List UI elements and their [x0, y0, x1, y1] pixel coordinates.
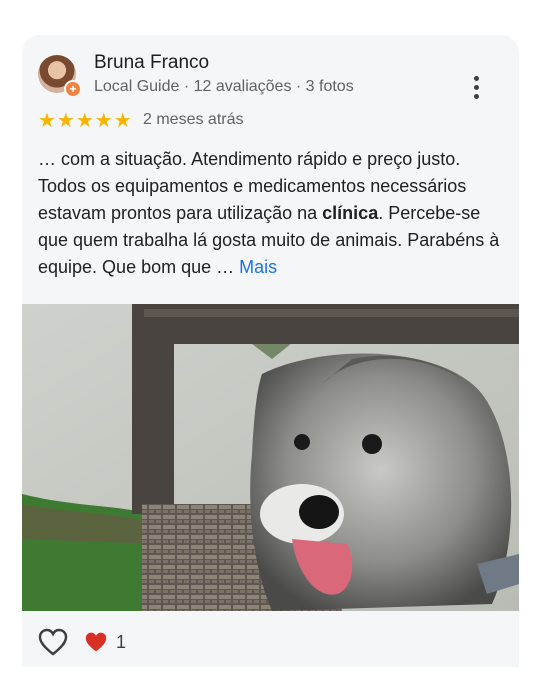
dog-photo-image — [22, 304, 519, 611]
author-name[interactable]: Bruna Franco — [94, 52, 209, 74]
review-age: 2 meses atrás — [143, 111, 244, 128]
heart-filled-icon — [85, 632, 107, 652]
review-text: … com a situação. Atendimento rápido e p… — [38, 146, 508, 281]
heart-outline-icon — [38, 628, 68, 656]
more-options-icon[interactable] — [471, 76, 481, 104]
review-photo[interactable] — [22, 304, 519, 611]
more-link[interactable]: Mais — [239, 257, 277, 277]
review-actions: 1 — [38, 624, 503, 660]
review-card: + Bruna Franco Local Guide · 12 avaliaçõ… — [22, 35, 519, 667]
author-meta: Local Guide · 12 avaliações · 3 fotos — [94, 78, 354, 95]
review-text-bold: clínica — [322, 203, 379, 223]
like-button[interactable] — [38, 628, 68, 656]
local-guide-badge-icon: + — [64, 80, 82, 98]
like-count: 1 — [116, 632, 127, 652]
review-header: + Bruna Franco Local Guide · 12 avaliaçõ… — [38, 52, 503, 99]
star-rating-icon: ★★★★★ — [38, 110, 133, 132]
